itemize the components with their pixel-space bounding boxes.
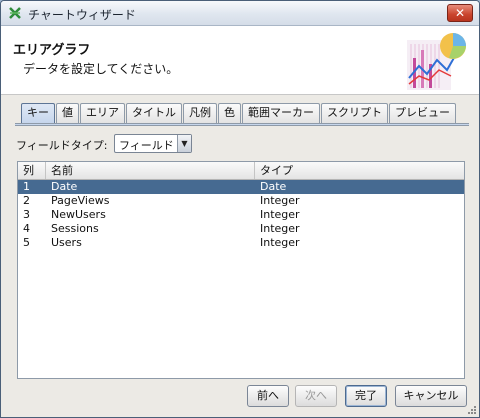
column-table: 列 名前 タイプ 1 Date Date 2 PageViews Integer… <box>17 161 465 379</box>
table-row[interactable]: 3 NewUsers Integer <box>18 208 464 222</box>
cell-name: Sessions <box>51 222 99 235</box>
cell-col: 2 <box>23 194 30 207</box>
chart-type-title: エリアグラフ <box>13 43 91 58</box>
window-title: チャートウィザード <box>28 8 136 22</box>
cell-type: Integer <box>260 222 300 235</box>
table-header: 列 名前 タイプ <box>18 162 464 180</box>
cell-type: Integer <box>260 194 300 207</box>
wizard-header: エリアグラフ データを設定してください。 <box>1 26 479 95</box>
table-body: 1 Date Date 2 PageViews Integer 3 NewUse… <box>18 180 464 250</box>
column-header-col[interactable]: 列 <box>18 162 46 179</box>
cell-col: 3 <box>23 208 30 221</box>
cell-name: Users <box>51 236 82 249</box>
close-icon: ✕ <box>454 6 466 20</box>
tab-bar: キー 値 エリア タイトル 凡例 色 範囲マーカー スクリプト プレビュー <box>21 103 457 123</box>
chevron-down-icon[interactable]: ▼ <box>177 135 191 152</box>
tab-value[interactable]: 値 <box>56 103 79 123</box>
table-row[interactable]: 2 PageViews Integer <box>18 194 464 208</box>
footer-buttons: 前へ 次へ 完了 キャンセル <box>247 385 467 407</box>
cell-type: Integer <box>260 236 300 249</box>
finish-button[interactable]: 完了 <box>345 385 387 407</box>
field-type-value: フィールド <box>119 139 174 152</box>
tab-range-marker[interactable]: 範囲マーカー <box>242 103 320 123</box>
cell-col: 5 <box>23 236 30 249</box>
cell-name: NewUsers <box>51 208 106 221</box>
field-type-label: フィールドタイプ: <box>16 139 108 152</box>
tab-script[interactable]: スクリプト <box>321 103 388 123</box>
chart-wizard-dialog: チャートウィザード ✕ エリアグラフ データを設定してください。 キー 値 エリ… <box>0 0 480 418</box>
tab-color[interactable]: 色 <box>218 103 241 123</box>
table-row[interactable]: 4 Sessions Integer <box>18 222 464 236</box>
column-header-type[interactable]: タイプ <box>255 162 464 179</box>
app-icon <box>9 7 21 19</box>
prev-button[interactable]: 前へ <box>247 385 289 407</box>
chart-graphic-icon <box>407 33 466 90</box>
column-header-name[interactable]: 名前 <box>46 162 255 179</box>
cell-type: Date <box>260 180 287 193</box>
tab-title[interactable]: タイトル <box>126 103 182 123</box>
tab-key[interactable]: キー <box>21 103 55 123</box>
tab-area[interactable]: エリア <box>80 103 125 123</box>
table-row[interactable]: 5 Users Integer <box>18 236 464 250</box>
resize-grip-icon[interactable] <box>467 405 477 415</box>
table-row[interactable]: 1 Date Date <box>18 180 464 194</box>
tab-preview[interactable]: プレビュー <box>389 103 456 123</box>
cell-col: 1 <box>23 180 30 193</box>
title-bar[interactable]: チャートウィザード ✕ <box>1 1 479 26</box>
tab-legend[interactable]: 凡例 <box>183 103 217 123</box>
instruction-text: データを設定してください。 <box>23 62 179 76</box>
cell-name: Date <box>51 180 78 193</box>
next-button[interactable]: 次へ <box>295 385 337 407</box>
field-type-select[interactable]: フィールド ▼ <box>114 134 192 153</box>
cell-type: Integer <box>260 208 300 221</box>
cancel-button[interactable]: キャンセル <box>395 385 467 407</box>
tab-divider <box>15 123 469 126</box>
cell-name: PageViews <box>51 194 110 207</box>
close-button[interactable]: ✕ <box>447 4 473 22</box>
cell-col: 4 <box>23 222 30 235</box>
